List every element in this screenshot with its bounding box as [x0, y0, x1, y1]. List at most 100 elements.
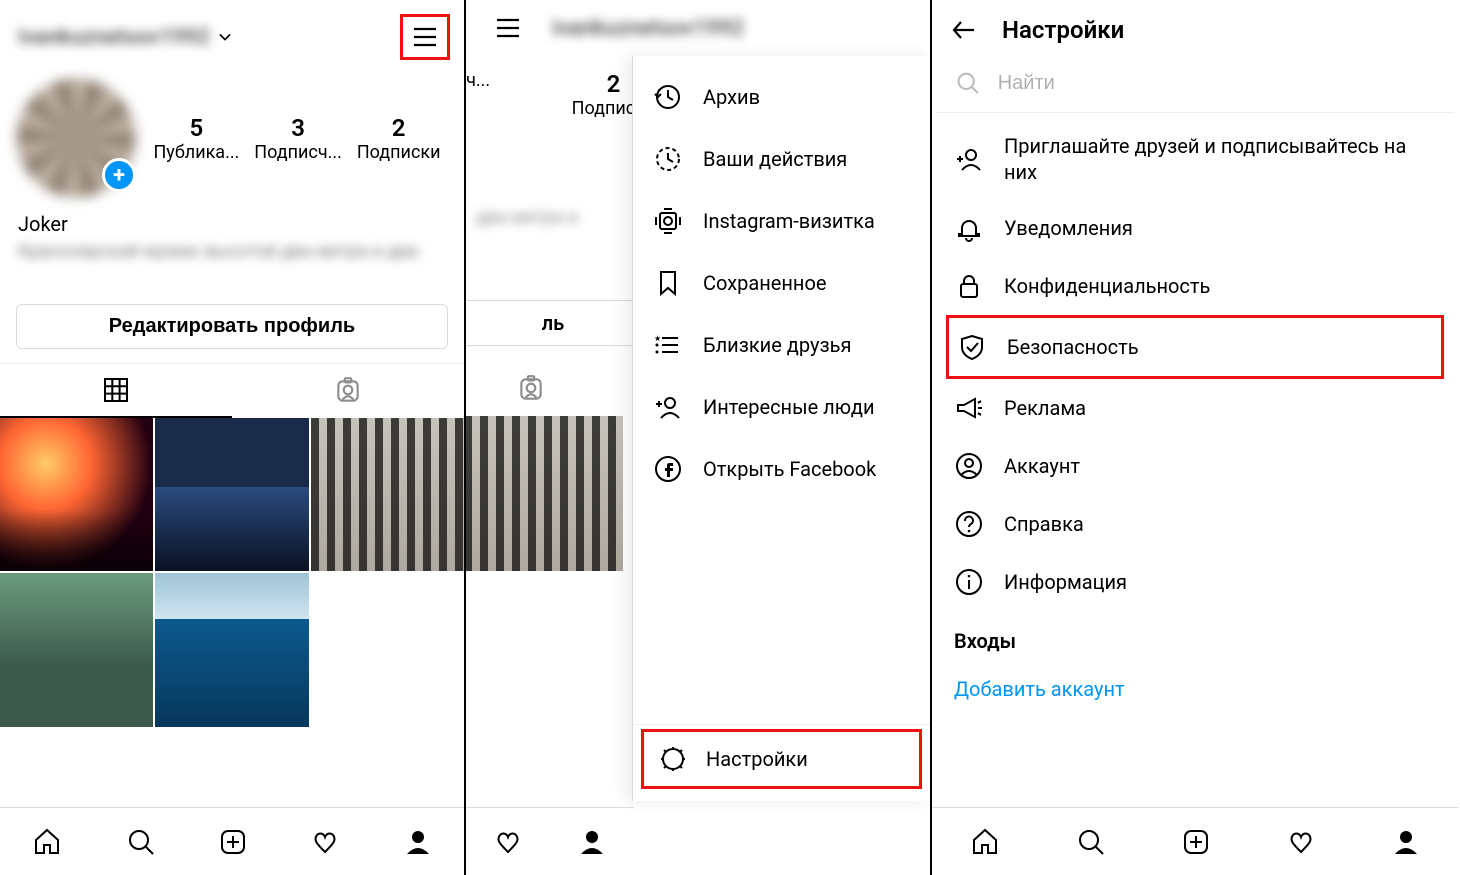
stat-posts[interactable]: 5 Публика... — [153, 114, 239, 163]
menu-label: Архив — [703, 85, 760, 109]
nav-add[interactable] — [1182, 828, 1210, 856]
settings-item-about[interactable]: Информация — [932, 553, 1458, 611]
add-account-link[interactable]: Добавить аккаунт — [932, 663, 1458, 715]
menu-discover-people[interactable]: Интересные люди — [633, 376, 930, 438]
tagged-icon — [333, 376, 363, 406]
nav-profile[interactable] — [1392, 828, 1420, 856]
menu-archive[interactable]: Архив — [633, 66, 930, 128]
bio-description: Красноярский мужик высотой два метра и д… — [18, 240, 446, 286]
profile-stats: 5 Публика... 3 Подписч... 2 Подписки — [146, 114, 448, 163]
profile-header: ivankuznetsov1992 — [0, 0, 464, 74]
stat-following-number: 2 — [357, 114, 441, 142]
item-label: Уведомления — [1004, 216, 1133, 240]
post-thumbnail[interactable] — [155, 418, 308, 571]
logins-section-title: Входы — [932, 611, 1458, 663]
hamburger-menu-button[interactable] — [494, 14, 522, 42]
tab-grid[interactable] — [0, 364, 232, 418]
stat-following-label: Подписки — [357, 142, 441, 163]
settings-list: Приглашайте друзей и подписывайтесь на н… — [932, 113, 1458, 796]
settings-item-invite[interactable]: Приглашайте друзей и подписывайтесь на н… — [932, 119, 1458, 199]
profile-filled-icon — [578, 828, 606, 856]
nav-add[interactable] — [219, 828, 247, 856]
nav-profile[interactable] — [404, 828, 432, 856]
menu-nametag[interactable]: Instagram-визитка — [633, 190, 930, 252]
back-arrow-icon — [950, 16, 978, 44]
activity-icon — [653, 144, 683, 174]
account-icon — [954, 451, 984, 481]
home-icon — [32, 827, 62, 857]
archive-icon — [653, 82, 683, 112]
edit-profile-button[interactable]: Редактировать профиль — [16, 304, 448, 349]
menu-label: Открыть Facebook — [703, 457, 876, 481]
chevron-down-icon — [216, 28, 234, 46]
hamburger-menu-button[interactable] — [400, 14, 450, 60]
avatar[interactable]: + — [16, 78, 136, 198]
hamburger-icon — [494, 14, 522, 42]
item-label: Аккаунт — [1004, 454, 1080, 478]
add-post-icon — [219, 828, 247, 856]
heart-icon — [494, 828, 522, 856]
profile-bio: Joker Красноярский мужик высотой два мет… — [0, 206, 464, 304]
close-friends-icon — [653, 330, 683, 360]
post-thumbnail[interactable] — [0, 418, 153, 571]
settings-item-help[interactable]: Справка — [932, 495, 1458, 553]
stat-followers-number: 3 — [254, 114, 342, 142]
search-input[interactable] — [998, 72, 1434, 95]
nav-activity[interactable] — [1287, 828, 1315, 856]
stat-following[interactable]: 2 Подписки — [357, 114, 441, 163]
post-thumbnail[interactable] — [155, 573, 308, 726]
menu-settings[interactable]: Настройки — [641, 729, 922, 789]
menu-your-activity[interactable]: Ваши действия — [633, 128, 930, 190]
side-menu-panel: Архив Ваши действия Instagram-визитка Со… — [632, 56, 930, 801]
menu-label: Интересные люди — [703, 395, 875, 419]
stat-followers[interactable]: 3 Подписч... — [254, 114, 342, 163]
facebook-icon — [653, 454, 683, 484]
menu-label: Ваши действия — [703, 147, 847, 171]
heart-icon — [1287, 828, 1315, 856]
profile-summary: + 5 Публика... 3 Подписч... 2 Подписки — [0, 74, 464, 206]
side-menu-screen: ivankuznetsov1992 сч... 2Подписки два ме… — [466, 0, 932, 875]
info-icon — [954, 567, 984, 597]
username-dropdown[interactable]: ivankuznetsov1992 — [18, 25, 234, 50]
side-menu-list: Архив Ваши действия Instagram-визитка Со… — [633, 56, 930, 724]
tab-tagged[interactable] — [232, 364, 464, 418]
nav-home[interactable] — [970, 827, 1000, 857]
home-icon — [970, 827, 1000, 857]
post-thumbnail[interactable] — [0, 573, 153, 726]
nametag-icon — [653, 206, 683, 236]
post-thumbnail[interactable] — [311, 418, 464, 571]
side-menu-header: ivankuznetsov1992 — [466, 0, 930, 56]
profile-filled-icon — [1392, 828, 1420, 856]
username-text: ivankuznetsov1992 — [552, 16, 744, 41]
nav-search[interactable] — [127, 828, 155, 856]
bottom-nav-partial — [466, 807, 634, 875]
settings-item-privacy[interactable]: Конфиденциальность — [932, 257, 1458, 315]
settings-item-notifications[interactable]: Уведомления — [932, 199, 1458, 257]
search-icon — [127, 828, 155, 856]
menu-open-facebook[interactable]: Открыть Facebook — [633, 438, 930, 500]
nav-activity[interactable] — [311, 828, 339, 856]
invite-friends-icon — [954, 144, 984, 174]
settings-item-ads[interactable]: Реклама — [932, 379, 1458, 437]
nav-home[interactable] — [32, 827, 62, 857]
profile-filled-icon — [404, 828, 432, 856]
menu-label: Instagram-визитка — [703, 209, 875, 233]
nav-search[interactable] — [1077, 828, 1105, 856]
profile-tabs — [0, 363, 464, 418]
nav-activity[interactable] — [494, 828, 522, 856]
stat-posts-label: Публика... — [153, 142, 239, 163]
settings-search[interactable] — [936, 60, 1454, 113]
menu-close-friends[interactable]: Близкие друзья — [633, 314, 930, 376]
bell-icon — [954, 213, 984, 243]
back-button[interactable] — [950, 16, 978, 44]
nav-profile[interactable] — [578, 828, 606, 856]
settings-header: Настройки — [932, 0, 1458, 60]
add-story-badge[interactable]: + — [102, 158, 136, 192]
item-label: Безопасность — [1007, 335, 1139, 359]
menu-saved[interactable]: Сохраненное — [633, 252, 930, 314]
settings-item-security[interactable]: Безопасность — [946, 315, 1444, 379]
menu-label: Настройки — [706, 747, 808, 771]
profile-screen: ivankuznetsov1992 + 5 Публика... 3 Подпи… — [0, 0, 466, 875]
item-label: Информация — [1004, 570, 1127, 594]
settings-item-account[interactable]: Аккаунт — [932, 437, 1458, 495]
